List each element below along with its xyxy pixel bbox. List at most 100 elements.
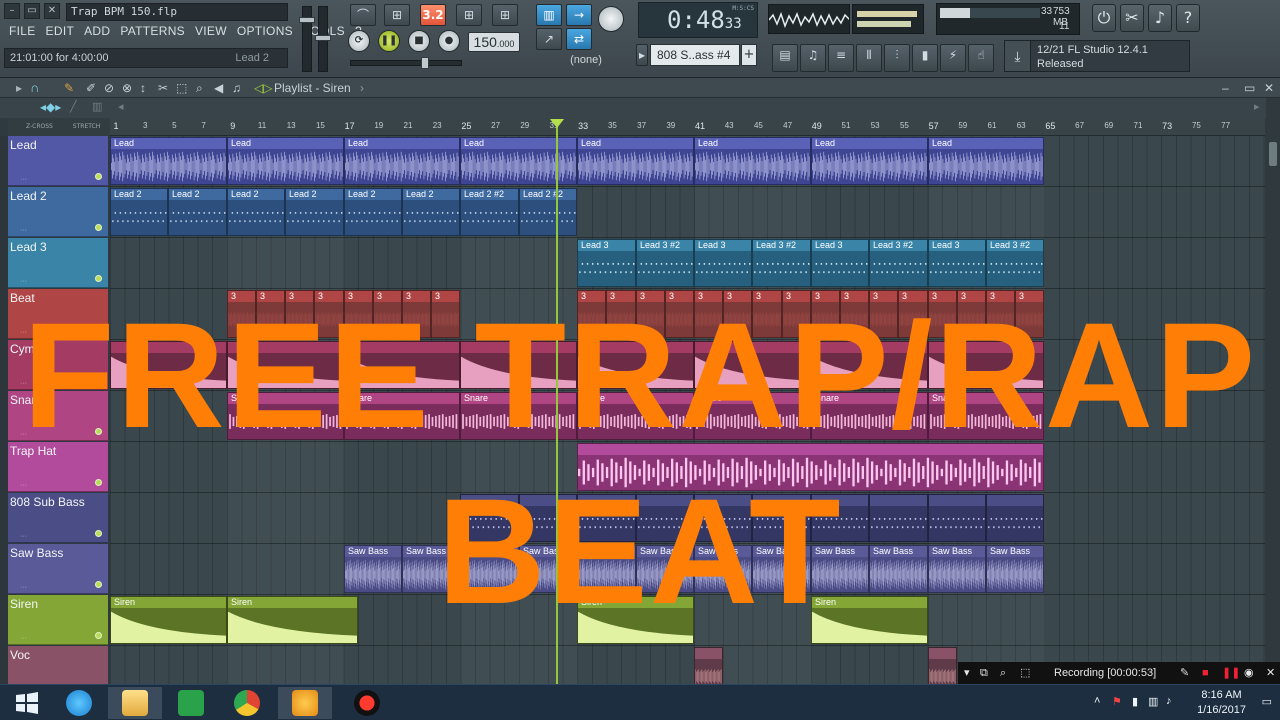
playlist-clip[interactable]: Lead 3 (811, 239, 869, 287)
piano-roll-button[interactable]: ♫ (800, 44, 826, 72)
playlist-clip[interactable]: 3 (285, 290, 314, 338)
track-mute-led[interactable] (95, 428, 102, 435)
taskbar-explorer[interactable] (108, 687, 162, 719)
track-header[interactable]: Cymbal ··· (8, 340, 108, 390)
playlist-clip[interactable]: Snare (577, 392, 694, 440)
playlist-clip[interactable] (227, 341, 344, 389)
stretch-label[interactable]: STRETCH (73, 123, 100, 130)
slide-icon[interactable]: ╱ (70, 100, 77, 113)
playlist-clip[interactable] (110, 341, 227, 389)
playlist-clip[interactable]: Snare (928, 392, 1044, 440)
download-icon[interactable]: ⤓ (1005, 41, 1031, 71)
menu-file[interactable]: FILE (8, 24, 37, 42)
playlist-clip[interactable]: Lead 2 (344, 188, 402, 236)
rec-pen-icon[interactable]: ✎ (1180, 662, 1189, 684)
playlist-clip[interactable]: 3 (1015, 290, 1044, 338)
wait-input-button[interactable]: ⊞ (384, 4, 410, 26)
menu-options[interactable]: OPTIONS (236, 24, 294, 42)
playlist-clip[interactable]: Lead 3 #2 (752, 239, 811, 287)
tray-flag-icon[interactable]: ⚑ (1112, 695, 1122, 708)
playlist-clip[interactable]: Lead 2 (285, 188, 344, 236)
playlist-menu-arrow[interactable]: ▸ (16, 78, 22, 98)
playlist-clip[interactable]: Saw Bass (928, 545, 986, 593)
playlist-clip[interactable] (986, 494, 1044, 542)
playlist-vertical-scrollbar[interactable] (1266, 98, 1280, 684)
pattern-selector[interactable]: 808 S..ass #4 (650, 44, 740, 66)
playlist-clip[interactable]: Snare (811, 392, 928, 440)
playlist-clip[interactable]: Lead 2 (227, 188, 285, 236)
playlist-clip[interactable]: 3 (694, 290, 723, 338)
track-header[interactable]: Lead 2 ··· (8, 187, 108, 237)
taskbar-store[interactable] (164, 687, 218, 719)
playlist-clip[interactable]: Lead 3 (694, 239, 752, 287)
playlist-clip[interactable]: Saw Bass (460, 545, 519, 593)
playlist-clip[interactable]: Saw Bass (519, 545, 577, 593)
menu-patterns[interactable]: PATTERNS (119, 24, 186, 42)
track-options-dots[interactable]: ··· (20, 482, 27, 489)
playlist-clip[interactable] (577, 443, 1044, 491)
playlist-clip[interactable]: 3 (606, 290, 636, 338)
rec-pause-icon[interactable]: ❚❚ (1222, 662, 1240, 684)
playlist-clip[interactable]: Saw Bass (869, 545, 928, 593)
playlist-clip[interactable] (752, 494, 811, 542)
playlist-clip[interactable]: 3 (811, 290, 840, 338)
browser-button[interactable]: ▮ (912, 44, 938, 72)
track-options-dots[interactable]: ··· (20, 278, 27, 285)
playlist-clip[interactable]: Lead (811, 137, 928, 185)
add-pattern-button[interactable]: + (741, 44, 757, 66)
playlist-clip[interactable] (460, 341, 577, 389)
playhead-marker[interactable] (550, 119, 564, 128)
track-header[interactable]: 808 Sub Bass ··· (8, 493, 108, 543)
playlist-clip[interactable]: Lead 3 #2 (986, 239, 1044, 287)
menu-edit[interactable]: EDIT (45, 24, 76, 42)
playlist-clip[interactable] (694, 494, 752, 542)
snap-select[interactable]: (none) (562, 50, 610, 70)
playlist-clip[interactable] (694, 341, 811, 389)
playlist-clip[interactable] (694, 647, 723, 684)
tray-network-icon[interactable]: ▥ (1148, 695, 1158, 708)
tempo-display[interactable]: 150.000 (468, 32, 520, 52)
slip-tool-icon[interactable]: ↕ (140, 78, 146, 98)
rec-zoom-icon[interactable]: ⌕ (1000, 662, 1006, 684)
tray-volume-icon[interactable]: ♪ (1166, 695, 1172, 707)
snap-grid-button[interactable]: ▥ (536, 4, 562, 26)
playlist-clip[interactable]: Lead 2 (402, 188, 460, 236)
loop-record-button[interactable]: ⊞ (492, 4, 518, 26)
playlist-clip[interactable]: 3 (314, 290, 344, 338)
playlist-clip[interactable] (460, 494, 519, 542)
track-options-dots[interactable]: ··· (20, 533, 27, 540)
track-options-dots[interactable]: ··· (20, 431, 27, 438)
playlist-clip[interactable]: Lead 3 (577, 239, 636, 287)
playlist-clip[interactable]: Lead (227, 137, 344, 185)
playlist-clip[interactable]: 3 (869, 290, 898, 338)
slide-tool-button[interactable]: ↗ (536, 28, 562, 50)
playlist-nav-icon[interactable]: ◁▷ (254, 78, 272, 98)
scroll-left-arrow[interactable]: ◂ (118, 100, 124, 113)
touch-controller-button[interactable]: ☝ (968, 44, 994, 72)
playlist-clip[interactable] (869, 494, 928, 542)
playlist-clip[interactable]: Lead 3 #2 (869, 239, 928, 287)
playlist-clip[interactable] (344, 341, 460, 389)
mic-icon[interactable]: ♪ (1148, 4, 1172, 32)
step-edit-button[interactable]: ⊞ (456, 4, 482, 26)
playlist-clip[interactable]: 3 (256, 290, 285, 338)
playlist-clip[interactable]: 3 (665, 290, 694, 338)
master-volume-slider[interactable] (299, 6, 315, 72)
playlist-clip[interactable]: Snare (227, 392, 344, 440)
snap-arrow-button[interactable]: → (566, 4, 592, 26)
playlist-close-button[interactable]: ✕ (1264, 78, 1274, 98)
playlist-clip[interactable]: Lead 2 (168, 188, 227, 236)
menu-add[interactable]: ADD (83, 24, 111, 42)
playlist-minimize-button[interactable]: – (1222, 78, 1229, 98)
pattern-prev-button[interactable]: ▸ (636, 44, 648, 66)
start-button[interactable] (0, 687, 54, 719)
playlist-clip[interactable] (811, 494, 869, 542)
track-mute-led[interactable] (95, 275, 102, 282)
playlist-clip[interactable]: Lead (928, 137, 1044, 185)
playlist-clip[interactable]: 3 (986, 290, 1015, 338)
main-pitch-slider[interactable] (350, 57, 462, 69)
playlist-clip[interactable]: 3 (840, 290, 869, 338)
tray-up-icon[interactable]: ˄ (1094, 695, 1100, 707)
zoom-tool-icon[interactable]: ⌕ (196, 78, 203, 98)
speaker-tool-icon[interactable]: ♫ (232, 78, 241, 98)
